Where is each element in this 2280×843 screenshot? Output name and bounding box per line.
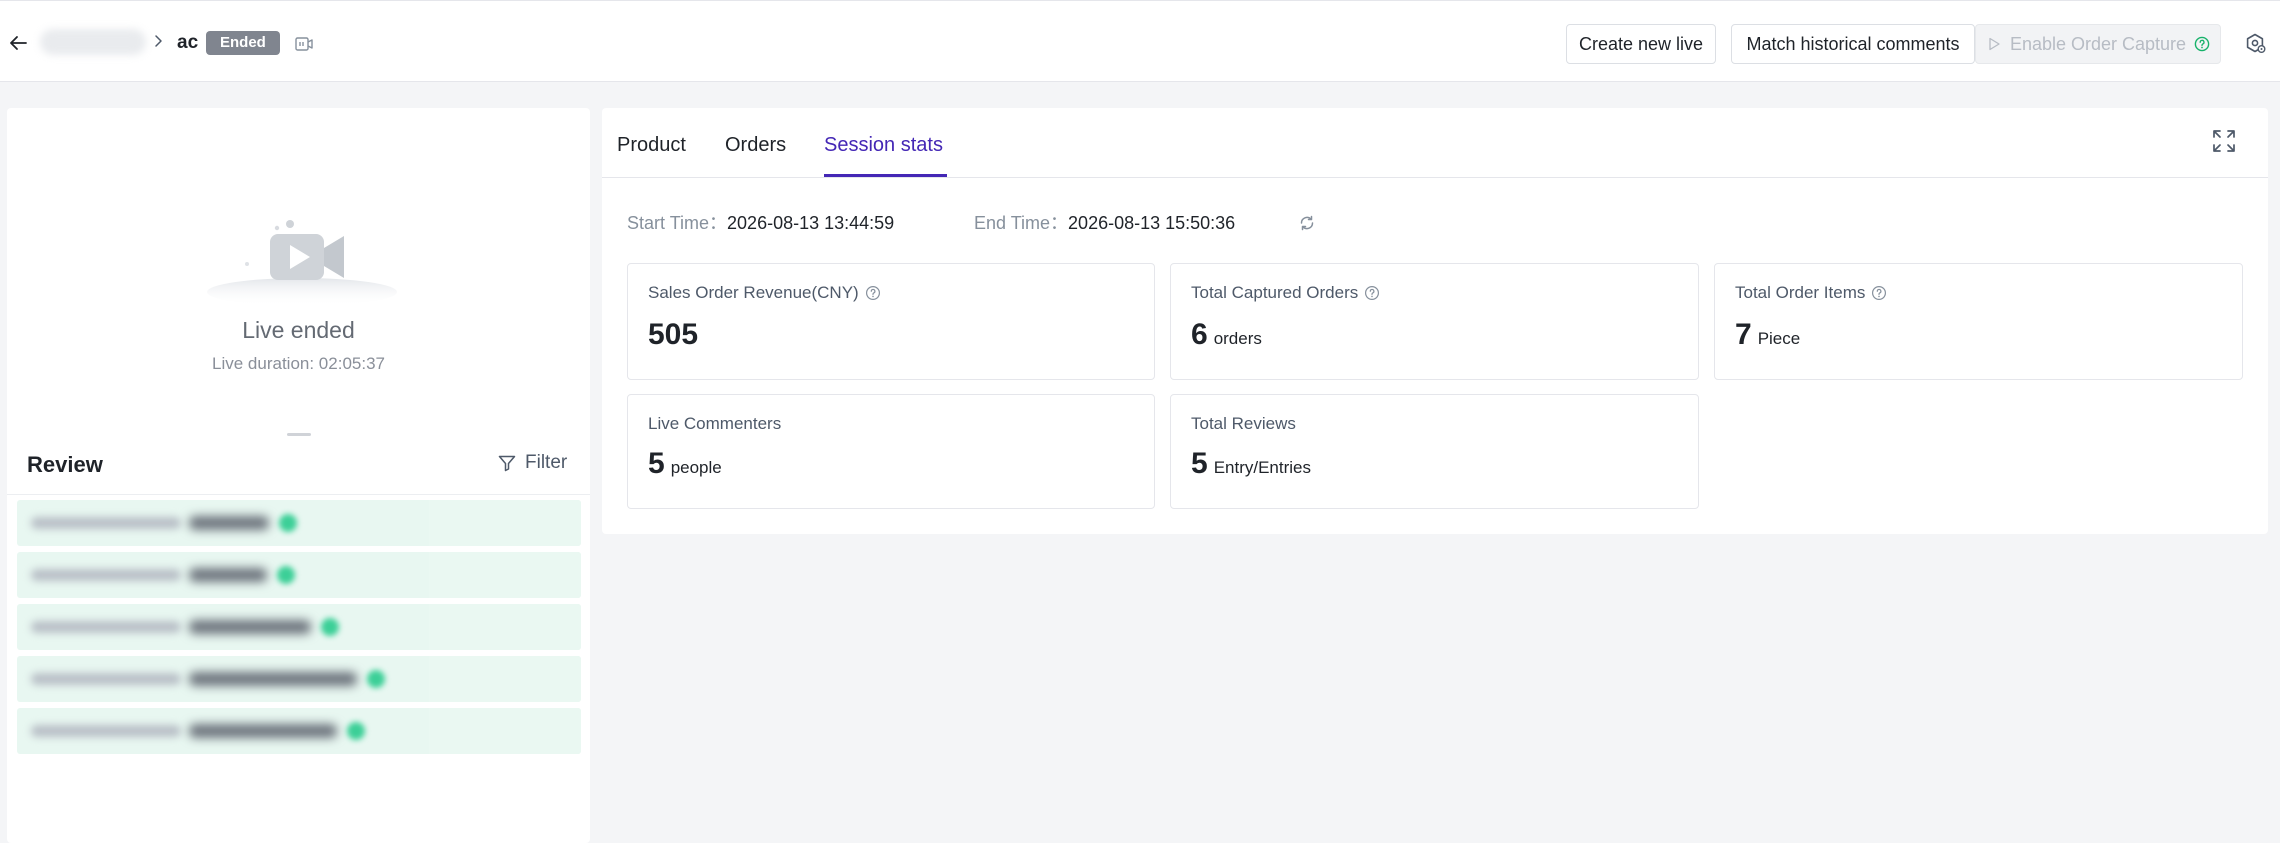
tab-product[interactable]: Product (617, 132, 686, 158)
question-circle-icon[interactable] (1871, 285, 1887, 301)
live-ended-title: Live ended (242, 317, 355, 343)
stat-number: 7 (1735, 318, 1752, 351)
stat-card-captured-orders: Total Captured Orders 6 orders (1170, 263, 1699, 380)
stat-label: Total Order Items (1735, 283, 1887, 303)
stat-value: 505 (648, 318, 698, 352)
stat-card-order-items: Total Order Items 7 Piece (1714, 263, 2243, 380)
chevron-right-icon (150, 33, 166, 49)
breadcrumb-parent-redacted[interactable] (40, 29, 146, 55)
question-circle-icon[interactable] (2194, 36, 2210, 52)
tab-bar: Product Orders Session stats (602, 108, 2268, 178)
match-historical-comments-button[interactable]: Match historical comments (1731, 24, 1975, 64)
panel-resize-handle[interactable] (287, 433, 311, 436)
stat-label: Sales Order Revenue(CNY) (648, 283, 881, 303)
start-time-label: Start Time： (627, 213, 728, 233)
review-item[interactable] (17, 708, 581, 754)
filter-button[interactable]: Filter (497, 452, 567, 474)
back-arrow-icon[interactable] (6, 31, 30, 55)
start-time-value: 2026-08-13 13:44:59 (727, 213, 895, 233)
stat-label: Live Commenters (648, 414, 781, 434)
live-duration: Live duration: 02:05:37 (212, 354, 385, 373)
question-circle-icon[interactable] (1364, 285, 1380, 301)
stat-label: Total Reviews (1191, 414, 1296, 434)
stat-number: 5 (648, 447, 665, 480)
active-tab-indicator (824, 174, 947, 177)
question-circle-icon[interactable] (865, 285, 881, 301)
filter-label: Filter (525, 452, 568, 473)
review-list (17, 500, 581, 760)
review-item[interactable] (17, 500, 581, 546)
enable-order-capture-label: Enable Order Capture (2009, 34, 2187, 54)
end-time: End Time：2026-08-13 15:50:36 (974, 211, 1235, 235)
tab-session-stats[interactable]: Session stats (824, 132, 943, 158)
session-content-panel: Product Orders Session stats Start Time：… (602, 108, 2268, 534)
create-new-live-button[interactable]: Create new live (1566, 24, 1716, 64)
play-outline-icon (1986, 36, 2002, 52)
stat-number: 5 (1191, 447, 1208, 480)
review-item[interactable] (17, 552, 581, 598)
enable-order-capture-button[interactable]: Enable Order Capture (1975, 24, 2221, 64)
review-item[interactable] (17, 604, 581, 650)
video-camera-illustration (202, 204, 402, 304)
stat-label-text: Live Commenters (648, 414, 782, 433)
stat-value: 5 people (648, 447, 722, 481)
expand-icon[interactable] (2211, 128, 2237, 154)
end-time-label: End Time： (974, 213, 1069, 233)
settings-eye-icon[interactable] (2244, 32, 2266, 54)
stat-unit: Piece (1757, 329, 1801, 348)
stat-label-text: Total Order Items (1735, 283, 1866, 302)
stat-unit: people (670, 458, 722, 477)
stat-value: 7 Piece (1735, 318, 1800, 352)
status-badge: Ended (206, 31, 280, 55)
start-time: Start Time：2026-08-13 13:44:59 (627, 211, 894, 235)
stat-number: 505 (648, 318, 699, 351)
stat-label: Total Captured Orders (1191, 283, 1380, 303)
review-title: Review (27, 452, 103, 477)
end-time-value: 2026-08-13 15:50:36 (1068, 213, 1236, 233)
stat-card-live-commenters: Live Commenters 5 people (627, 394, 1155, 509)
stat-unit: orders (1213, 329, 1262, 348)
stat-label-text: Sales Order Revenue(CNY) (648, 283, 859, 302)
stat-card-total-reviews: Total Reviews 5 Entry/Entries (1170, 394, 1699, 509)
stat-number: 6 (1191, 318, 1208, 351)
breadcrumb-current: ac (177, 32, 199, 53)
review-item[interactable] (17, 656, 581, 702)
replay-video-icon[interactable] (294, 34, 314, 54)
live-review-panel: Live ended Live duration: 02:05:37 Revie… (7, 108, 590, 843)
stat-card-sales-revenue: Sales Order Revenue(CNY) 505 (627, 263, 1155, 380)
refresh-icon[interactable] (1298, 214, 1316, 232)
stat-value: 5 Entry/Entries (1191, 447, 1311, 481)
funnel-icon (497, 453, 517, 473)
stat-value: 6 orders (1191, 318, 1262, 352)
stat-label-text: Total Captured Orders (1191, 283, 1359, 302)
stat-label-text: Total Reviews (1191, 414, 1296, 433)
tab-orders[interactable]: Orders (725, 132, 786, 158)
page-header: ac Ended Create new live Match historica… (0, 0, 2280, 82)
stat-unit: Entry/Entries (1213, 458, 1311, 477)
divider (7, 494, 590, 495)
